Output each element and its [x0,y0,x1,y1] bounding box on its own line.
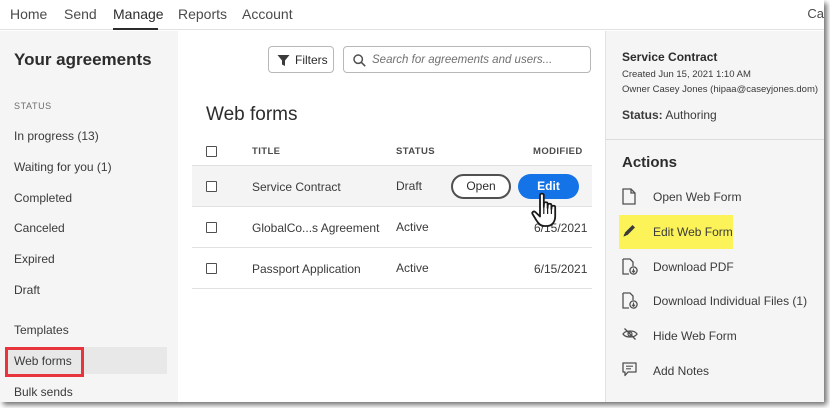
sidebar-item-expired[interactable]: Expired [14,252,55,266]
status-label: Status: [622,108,663,122]
actions-header: Actions [622,154,678,171]
details-panel: Service Contract Created Jun 15, 2021 1:… [605,31,824,402]
action-label: Hide Web Form [653,329,737,343]
action-label: Download PDF [653,260,734,274]
details-created: Created Jun 15, 2021 1:10 AM [622,69,751,80]
row-title[interactable]: Passport Application [252,262,361,276]
sidebar-status-header: STATUS [14,101,52,111]
nav-reports[interactable]: Reports [178,6,227,22]
search-input[interactable] [372,51,584,69]
note-icon [622,362,637,377]
pencil-icon [623,225,635,237]
page-title: Web forms [206,104,298,125]
filters-label: Filters [295,53,328,67]
sidebar-item-in-progress[interactable]: In progress (13) [14,129,99,143]
document-icon [622,188,636,205]
nav-home[interactable]: Home [10,6,47,22]
filters-button[interactable]: Filters [268,46,334,73]
row-divider [192,288,592,289]
row-title[interactable]: Service Contract [252,180,341,194]
search-box[interactable] [343,46,591,73]
details-title: Service Contract [622,50,718,64]
nav-account[interactable]: Account [242,6,293,22]
sidebar-item-canceled[interactable]: Canceled [14,221,65,235]
column-modified[interactable]: MODIFIED [533,146,583,157]
hand-cursor-icon [531,192,557,227]
app-window: Home Send Manage Reports Account Ca Your… [0,0,824,402]
row-status: Active [396,220,429,234]
sidebar-item-completed[interactable]: Completed [14,191,72,205]
sidebar-item-bulk-sends[interactable]: Bulk sends [14,385,73,399]
details-owner: Owner Casey Jones (hipaa@caseyjones.dom) [622,84,819,95]
row-status: Active [396,261,429,275]
selection-outline [5,347,84,377]
row-checkbox[interactable] [206,222,217,233]
row-divider [192,247,592,248]
sidebar-item-waiting[interactable]: Waiting for you (1) [14,160,112,174]
nav-manage[interactable]: Manage [113,6,164,22]
row-status: Draft [396,179,423,193]
row-title[interactable]: GlobalCo...s Agreement [252,221,379,235]
filter-icon [277,55,290,66]
row-checkbox[interactable] [206,263,217,274]
row-modified: 6/15/2021 [534,262,588,276]
row-checkbox[interactable] [206,181,217,192]
status-value: Authoring [665,108,717,122]
details-divider [606,139,824,140]
user-menu[interactable]: Ca [807,6,824,21]
nav-active-underline [113,28,158,30]
action-label: Edit Web Form [653,225,733,239]
select-all-checkbox[interactable] [206,146,217,157]
download-files-icon [622,292,638,309]
sidebar-title: Your agreements [14,50,152,69]
download-pdf-icon [622,258,638,275]
action-label: Open Web Form [653,190,742,204]
details-status: Status: Authoring [622,108,717,122]
open-button[interactable]: Open [451,174,511,199]
action-label: Download Individual Files (1) [653,294,808,308]
sidebar: Your agreements STATUS In progress (13) … [0,31,178,402]
top-nav: Home Send Manage Reports Account Ca [0,0,824,30]
search-icon [353,54,366,67]
sidebar-item-draft[interactable]: Draft [14,283,40,297]
eye-slash-icon [622,328,638,340]
action-label: Add Notes [653,364,710,378]
sidebar-item-templates[interactable]: Templates [14,323,69,337]
column-title[interactable]: TITLE [252,146,280,157]
column-status[interactable]: STATUS [396,146,435,157]
nav-send[interactable]: Send [64,6,97,22]
